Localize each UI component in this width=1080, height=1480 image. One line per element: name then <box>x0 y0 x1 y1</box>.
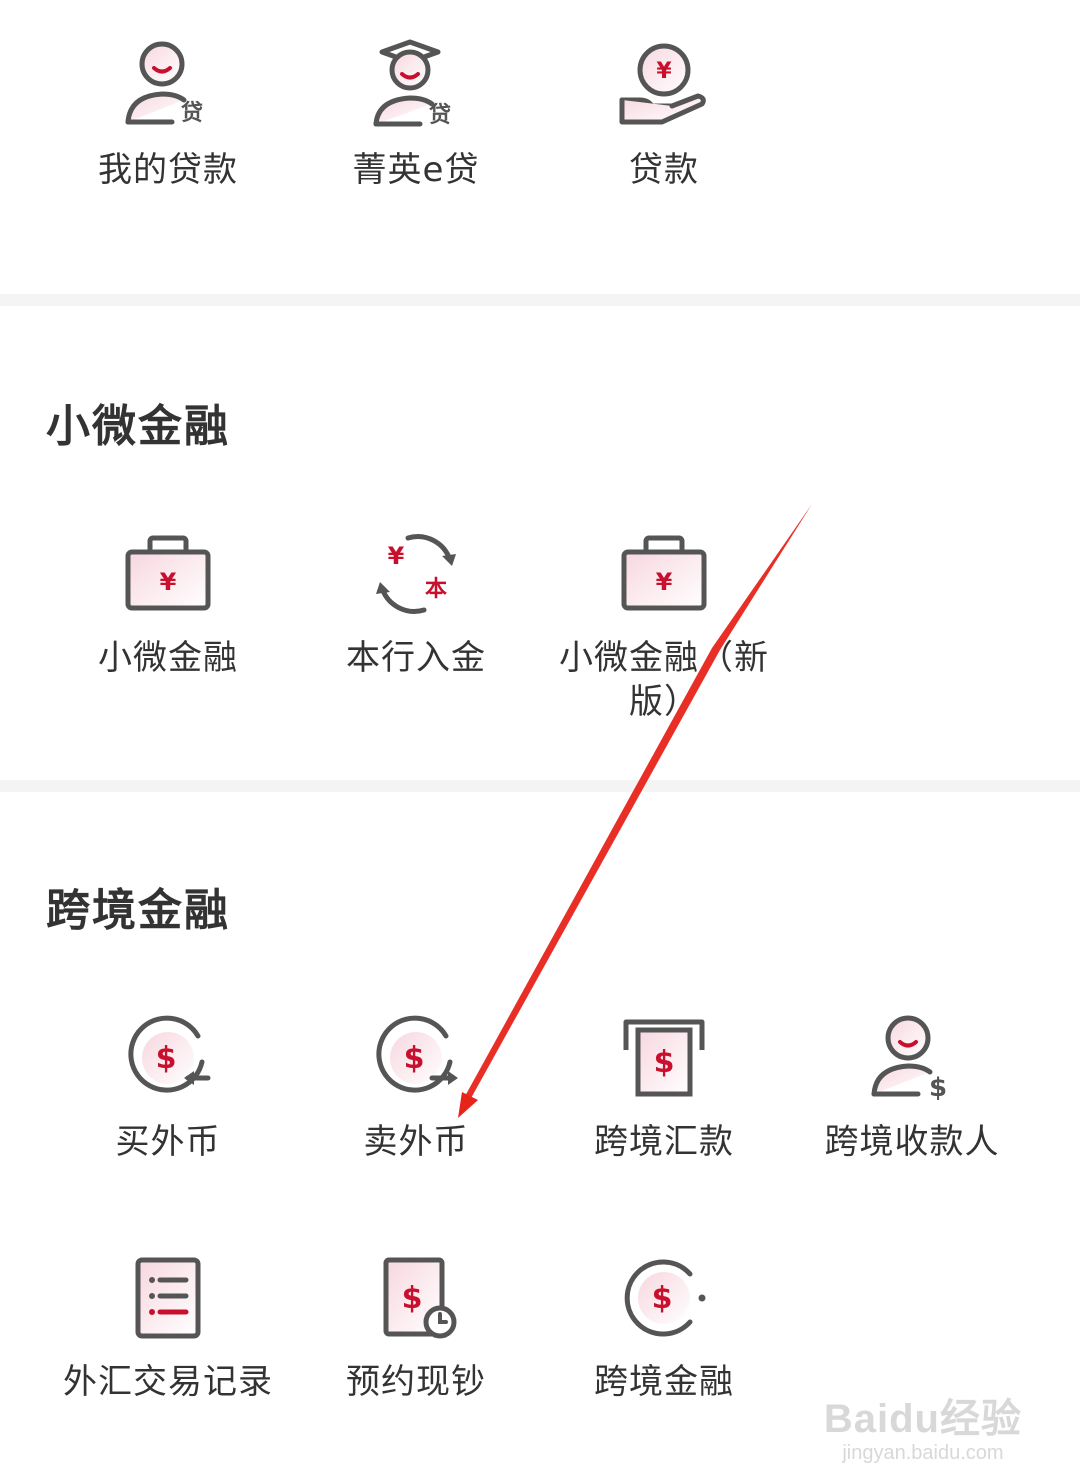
elite-e-loan-tile[interactable]: 贷 菁英e贷 <box>292 38 540 192</box>
micro-finance-tile[interactable]: ¥ 小微金融 <box>44 526 292 680</box>
svg-text:$: $ <box>652 1281 673 1316</box>
svg-text:本: 本 <box>425 577 447 602</box>
watermark-sub: jingyan.baidu.com <box>842 1442 1004 1464</box>
micro-finance-new-label: 小微金融（新版） <box>559 638 769 722</box>
elite-e-loan-label: 菁英e贷 <box>352 150 480 190</box>
bank-deposit-label: 本行入金 <box>346 638 486 678</box>
micro-finance-section: 小微金融 ¥ 小微金融 ¥ 本 本行入金 ¥ 小微金融（新版） <box>0 306 1080 780</box>
cross-border-finance-label: 跨境金融 <box>594 1362 734 1402</box>
cross-border-payee-tile[interactable]: $ 跨境收款人 <box>788 1010 1036 1164</box>
my-loans-tile[interactable]: 贷 我的贷款 <box>44 38 292 192</box>
micro-finance-new-tile[interactable]: ¥ 小微金融（新版） <box>540 526 788 724</box>
loans-section: 贷 我的贷款 贷 菁英e贷 ¥ 贷款 <box>0 0 1080 294</box>
atm-dollar-icon: $ <box>623 1019 705 1097</box>
svg-text:$: $ <box>402 1281 423 1316</box>
baidu-watermark: Baidu经验 jingyan.baidu.com <box>824 1386 1022 1465</box>
svg-text:贷: 贷 <box>429 102 451 128</box>
loan-tile[interactable]: ¥ 贷款 <box>540 38 788 192</box>
hand-yuan-icon: ¥ <box>619 43 706 125</box>
person-dollar-icon: $ <box>871 1015 947 1103</box>
cross-border-remittance-label: 跨境汇款 <box>594 1122 734 1162</box>
loan-label: 贷款 <box>629 150 699 190</box>
cash-reservation-tile[interactable]: $ 预约现钞 <box>292 1250 540 1404</box>
cross-border-remittance-tile[interactable]: $ 跨境汇款 <box>540 1010 788 1164</box>
svg-text:¥: ¥ <box>656 568 673 596</box>
graduate-loan-icon: 贷 <box>373 39 451 128</box>
cross-border-payee-label: 跨境收款人 <box>824 1122 1000 1162</box>
cross-border-title: 跨境金融 <box>46 885 230 936</box>
svg-text:¥: ¥ <box>388 542 405 570</box>
sell-dollar-icon: $ <box>376 1015 458 1093</box>
sell-currency-tile[interactable]: $ 卖外币 <box>292 1010 540 1164</box>
briefcase-yuan-icon: ¥ <box>125 535 211 611</box>
sell-currency-label: 卖外币 <box>363 1122 469 1162</box>
cash-reservation-label: 预约现钞 <box>346 1362 486 1402</box>
dollar-circle-icon: $ <box>624 1259 706 1337</box>
fx-records-tile[interactable]: 外汇交易记录 <box>44 1250 292 1404</box>
my-loans-label: 我的贷款 <box>98 150 238 190</box>
svg-text:¥: ¥ <box>160 568 177 596</box>
svg-text:$: $ <box>654 1045 675 1080</box>
svg-text:$: $ <box>404 1041 425 1076</box>
buy-dollar-icon: $ <box>128 1015 211 1093</box>
svg-text:贷: 贷 <box>181 100 203 126</box>
micro-finance-label: 小微金融 <box>98 638 238 678</box>
exchange-yuan-icon: ¥ 本 <box>376 534 456 614</box>
cross-border-section: 跨境金融 $ 买外币 $ 卖外币 $ 跨境汇款 $ 跨境收款人 外汇交易记录 $… <box>0 792 1080 1480</box>
svg-text:¥: ¥ <box>656 59 672 84</box>
fx-records-label: 外汇交易记录 <box>63 1362 273 1402</box>
micro-finance-title: 小微金融 <box>46 401 230 452</box>
person-loan-icon: 贷 <box>125 41 203 126</box>
list-record-icon <box>135 1257 201 1339</box>
bank-deposit-tile[interactable]: ¥ 本 本行入金 <box>292 526 540 680</box>
section-divider <box>0 780 1080 792</box>
section-divider <box>0 294 1080 306</box>
watermark-main: Baidu经验 <box>823 1397 1022 1441</box>
dollar-clock-icon: $ <box>383 1257 457 1339</box>
buy-currency-tile[interactable]: $ 买外币 <box>44 1010 292 1164</box>
buy-currency-label: 买外币 <box>115 1122 221 1162</box>
svg-text:$: $ <box>929 1073 947 1103</box>
cross-border-finance-tile[interactable]: $ 跨境金融 <box>540 1250 788 1404</box>
svg-text:$: $ <box>156 1041 177 1076</box>
briefcase-yuan-icon: ¥ <box>621 535 707 611</box>
